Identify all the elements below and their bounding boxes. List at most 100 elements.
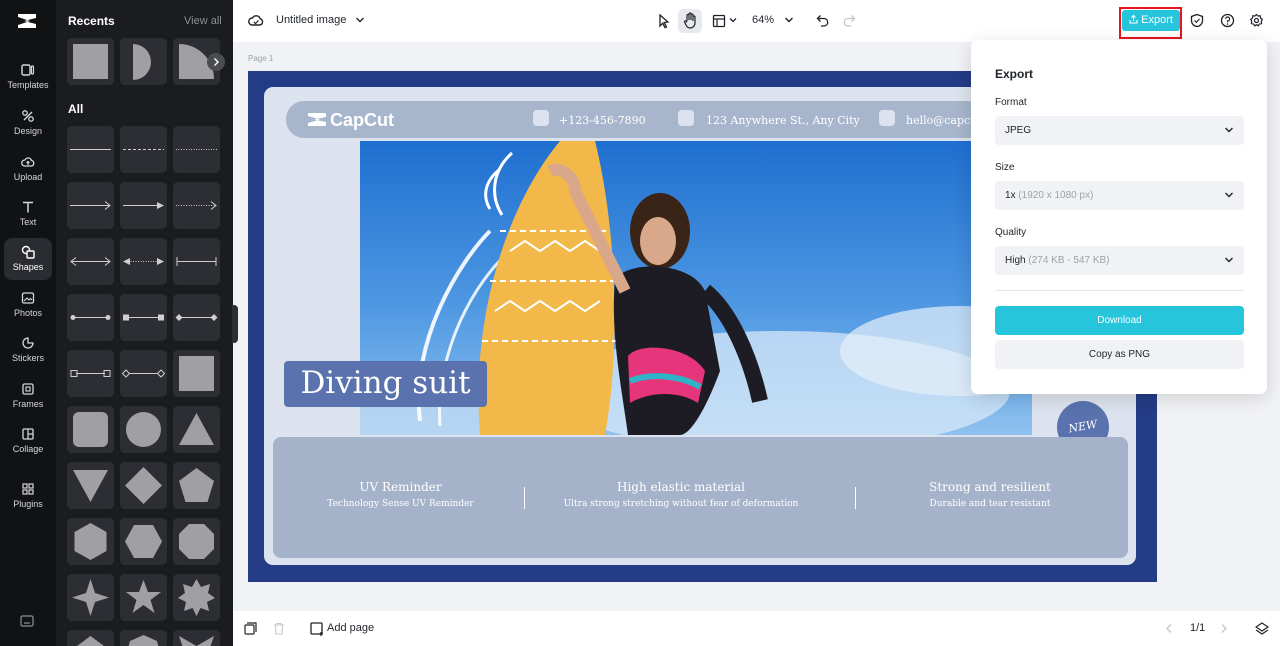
rail-label: Photos — [13, 308, 43, 318]
rail-item-templates[interactable]: Templates — [4, 56, 52, 98]
format-label: Format — [995, 97, 1027, 108]
size-select[interactable]: 1x (1920 x 1080 px) — [995, 181, 1244, 210]
stickers-icon — [22, 337, 34, 349]
shape-tile-line-dot-ends[interactable] — [67, 294, 114, 341]
delete-trash-icon[interactable] — [273, 622, 285, 635]
collage-icon — [22, 428, 34, 440]
cloud-sync-icon[interactable] — [248, 13, 264, 27]
rail-label: Templates — [7, 80, 49, 90]
shape-tile-line-hollow-diamond-ends[interactable] — [120, 350, 167, 397]
feature-divider — [524, 487, 525, 509]
design-address: 123 Anywhere St., Any City — [706, 114, 860, 127]
shape-tile-four-point-star[interactable] — [67, 574, 114, 621]
design-header-bar[interactable]: CapCut +123-456-7890 123 Anywhere St., A… — [286, 101, 986, 138]
design-brand: CapCut — [330, 110, 394, 130]
shape-tile-burst[interactable] — [173, 630, 220, 646]
feature-title: High elastic material — [617, 480, 745, 494]
shape-tile-pentagon[interactable] — [173, 462, 220, 509]
rail-item-collage[interactable]: Collage — [4, 420, 52, 462]
shape-tile-octagon[interactable] — [173, 518, 220, 565]
download-button[interactable]: Download — [995, 306, 1244, 335]
rail-item-frames[interactable]: Frames — [4, 375, 52, 417]
design-features-box[interactable]: UV Reminder Technology Sense UV Reminder… — [273, 437, 1128, 558]
shape-tile-square-filled[interactable] — [173, 350, 220, 397]
add-page-icon[interactable] — [310, 622, 324, 636]
shape-tile-double-arrow[interactable] — [67, 238, 114, 285]
document-title[interactable]: Untitled image — [276, 14, 346, 26]
format-select[interactable]: JPEG — [995, 116, 1244, 145]
email-icon — [879, 110, 895, 126]
shape-tile-hexagon[interactable] — [67, 518, 114, 565]
chevron-left-icon[interactable] — [1165, 623, 1173, 634]
help-question-icon[interactable] — [1220, 13, 1235, 28]
view-all-link[interactable]: View all — [184, 15, 222, 27]
select-pointer-icon[interactable] — [657, 13, 671, 29]
redo-icon[interactable] — [842, 14, 856, 27]
shape-tile-triangle[interactable] — [173, 406, 220, 453]
shape-tile-seven-point-star[interactable] — [173, 574, 220, 621]
rail-label: Text — [19, 217, 37, 227]
zoom-level[interactable]: 64% — [752, 14, 774, 26]
shape-tile-line-hollow-square-ends[interactable] — [67, 350, 114, 397]
shape-tile-diamond[interactable] — [120, 462, 167, 509]
rail-item-design[interactable]: Design — [4, 102, 52, 144]
chevron-down-icon[interactable] — [355, 16, 365, 24]
rail-item-photos[interactable]: Photos — [4, 284, 52, 326]
shape-tile-double-arrow-dotted[interactable] — [120, 238, 167, 285]
keyboard-icon[interactable] — [20, 615, 34, 627]
quality-select[interactable]: High (274 KB - 547 KB) — [995, 246, 1244, 275]
rail-label: Design — [13, 126, 42, 136]
shape-tile-square[interactable] — [67, 38, 114, 85]
shape-tile-arrow-filled[interactable] — [120, 182, 167, 229]
chevron-down-icon[interactable] — [729, 17, 737, 23]
export-panel-heading: Export — [995, 67, 1034, 81]
shape-tile-line-bar-ends[interactable] — [173, 238, 220, 285]
shield-check-icon[interactable] — [1190, 13, 1204, 28]
shape-tile-line-square-ends[interactable] — [120, 294, 167, 341]
copy-as-png-button[interactable]: Copy as PNG — [995, 340, 1244, 369]
rail-item-plugins[interactable]: Plugins — [4, 475, 52, 517]
panel-collapse-handle[interactable] — [232, 305, 238, 343]
all-heading: All — [68, 102, 84, 116]
undo-icon[interactable] — [816, 14, 830, 27]
shape-tile-half-circle[interactable] — [120, 38, 167, 85]
rail-item-upload[interactable]: Upload — [4, 148, 52, 190]
photos-icon — [21, 292, 35, 304]
duplicate-page-icon[interactable] — [244, 622, 257, 635]
shape-tile-line-dashed[interactable] — [120, 126, 167, 173]
shapes-icon — [21, 245, 35, 259]
feature-title: Strong and resilient — [929, 480, 1051, 494]
layers-stack-icon[interactable] — [1255, 622, 1269, 635]
page-label: Page 1 — [248, 54, 274, 63]
chevron-down-icon[interactable] — [784, 16, 794, 24]
shape-tile-hexagon-flat[interactable] — [120, 518, 167, 565]
shape-tile-five-point-star[interactable] — [120, 574, 167, 621]
chevron-right-icon[interactable] — [1220, 623, 1228, 634]
capcut-logo-icon[interactable] — [16, 11, 38, 31]
design-headline[interactable]: Diving suit — [284, 361, 487, 407]
size-detail: (1920 x 1080 px) — [1018, 190, 1094, 201]
shape-tile-circle[interactable] — [120, 406, 167, 453]
shape-tile-heptagon[interactable] — [120, 630, 167, 646]
rail-item-shapes[interactable]: Shapes — [4, 238, 52, 280]
shape-tile-pentagon-row10[interactable] — [67, 630, 114, 646]
shape-tile-rounded-square[interactable] — [67, 406, 114, 453]
rail-item-text[interactable]: Text — [4, 193, 52, 235]
shape-tile-line-diamond-ends[interactable] — [173, 294, 220, 341]
shape-tile-line-dotted[interactable] — [173, 126, 220, 173]
left-rail: Templates Design Upload Text Shapes Phot… — [0, 0, 56, 646]
add-page-button[interactable]: Add page — [327, 622, 374, 634]
location-pin-icon — [678, 110, 694, 126]
settings-gear-icon[interactable] — [1249, 13, 1264, 28]
layout-grid-icon[interactable] — [712, 14, 726, 28]
recents-heading: Recents — [68, 14, 115, 28]
hand-pan-icon[interactable] — [683, 12, 697, 29]
shape-tile-inverted-triangle[interactable] — [67, 462, 114, 509]
rail-item-stickers[interactable]: Stickers — [4, 329, 52, 371]
chevron-right-icon — [214, 58, 219, 66]
shape-tile-arrow-solid[interactable] — [67, 182, 114, 229]
recents-next-button[interactable] — [207, 53, 225, 71]
export-dropdown-panel: Export Format JPEG Size 1x (1920 x 1080 … — [971, 40, 1267, 394]
shape-tile-line-solid[interactable] — [67, 126, 114, 173]
shape-tile-arrow-dotted[interactable] — [173, 182, 220, 229]
